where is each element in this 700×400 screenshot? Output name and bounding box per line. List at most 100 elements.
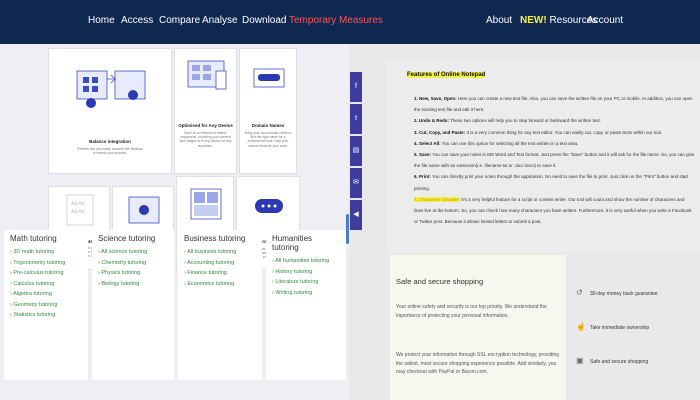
tutoring-link[interactable]: Biology tutoring xyxy=(98,279,168,290)
feature-line: 1. New, Save, Open: Here you can create … xyxy=(414,96,693,101)
facebook-share-icon[interactable]: f xyxy=(350,72,362,102)
feature-text: These two options will help you to step … xyxy=(449,118,601,124)
card-domain[interactable]: Domain Names Bring your own domain name … xyxy=(239,48,297,174)
nav-resources[interactable]: NEW! Resources xyxy=(520,15,597,26)
secure-perk: ▣ Safe and secure shopping xyxy=(576,356,648,365)
feature-line: 7. Character Counter: It's a very helpfu… xyxy=(414,196,685,202)
tutoring-link[interactable]: Writing tutoring xyxy=(272,288,340,299)
feature-text: printing. xyxy=(414,185,431,191)
email-share-icon[interactable]: ✉ xyxy=(350,168,362,198)
money-back-perk: ↺ 30-day money back guarantee xyxy=(576,288,658,297)
tutoring-link[interactable]: Geometry tutoring xyxy=(10,300,82,311)
feature-name: 2. Undo & Redo: xyxy=(414,118,449,124)
feature-text: or Twitter post. Because it allows limit… xyxy=(414,219,542,225)
new-badge: NEW! xyxy=(520,15,547,26)
print-share-icon[interactable]: ▤ xyxy=(350,136,362,166)
feature-line: or Twitter post. Because it allows limit… xyxy=(414,219,541,224)
lock-illustration-icon xyxy=(255,199,283,213)
card-title: Optimised for Any Device xyxy=(178,123,233,128)
tutoring-link[interactable]: Chemistry tutoring xyxy=(98,258,168,269)
nav-account[interactable]: Account xyxy=(587,15,623,26)
nav-about[interactable]: About xyxy=(486,15,512,26)
nav-access[interactable]: Access xyxy=(121,15,153,26)
feature-name: 3. Cut, Copy, and Paste: xyxy=(414,129,466,135)
tutoring-link[interactable]: Calculus tutoring xyxy=(10,279,82,290)
balance-illustration-icon xyxy=(76,70,146,108)
perk-label: 30-day money back guarantee xyxy=(590,291,658,297)
feature-name: 5. Save: xyxy=(414,152,432,157)
card-desc: Each of our themes is tested, responsive… xyxy=(179,131,232,148)
tutoring-link[interactable]: Pre-calculus tutoring xyxy=(10,268,82,279)
card-optimised[interactable]: Optimised for Any Device Each of our the… xyxy=(174,48,237,174)
column-heading: Science tutoring xyxy=(98,234,156,243)
grid-illustration-icon xyxy=(190,188,222,220)
feature-text: the existing text file and edit it here. xyxy=(414,107,485,113)
column-heading: Math tutoring xyxy=(10,234,57,243)
card-balance[interactable]: Balance integration Portfolio lets you e… xyxy=(48,48,172,174)
nav-temporary-measures[interactable]: Temporary Measures xyxy=(289,15,383,26)
collapse-share-icon[interactable]: ◀ xyxy=(350,200,362,230)
tutoring-link[interactable]: All business tutoring xyxy=(184,247,256,258)
feature-line: 4. Select All: You can use this option f… xyxy=(414,141,578,146)
feature-line: printing. xyxy=(414,186,430,191)
card-desc: Portfolio lets you easily connect with B… xyxy=(77,147,143,156)
shield-icon: ▣ xyxy=(576,356,584,365)
feature-name: 7. Character Counter: xyxy=(414,196,461,202)
features-heading: Features of Online Notepad xyxy=(407,72,486,78)
money-back-icon: ↺ xyxy=(576,288,583,297)
feature-line: 5. Save: You can save your notes in MS W… xyxy=(414,152,694,157)
feature-name: 4. Select All: xyxy=(414,140,441,146)
feature-text: You can save your notes in MS Word and T… xyxy=(431,152,695,157)
svg-text:Aa Aa: Aa Aa xyxy=(71,201,85,207)
card-title: Balance integration xyxy=(89,139,131,144)
tutoring-link[interactable]: Algebra tutoring xyxy=(10,289,82,300)
fonts-illustration-icon: Aa Aa Aa Aa xyxy=(66,194,94,226)
safe-paragraph-2: We protect your information through SSL … xyxy=(396,352,560,375)
feature-text: You can directly print your notes throug… xyxy=(430,174,689,180)
tutoring-link[interactable]: All humanities tutoring xyxy=(272,256,340,267)
tutoring-link[interactable]: 3D math tutoring xyxy=(10,247,82,258)
feature-name: 6. Print: xyxy=(414,174,431,180)
feature-text: It's a very helpful feature for a script… xyxy=(460,196,685,202)
math-tutoring-column: Math tutoring 3D math tutoring Trigonome… xyxy=(4,230,88,380)
humanities-tutoring-column: Humanities tutoring All humanities tutor… xyxy=(266,230,346,380)
lightroom-illustration-icon xyxy=(128,196,160,224)
tutoring-link[interactable]: History tutoring xyxy=(272,267,340,278)
ownership-perk: ☝ Take immediate ownership xyxy=(576,322,649,331)
safe-shopping-title: Safe and secure shopping xyxy=(396,277,484,286)
tutoring-link[interactable]: Statistics tutoring xyxy=(10,310,82,321)
tutoring-link[interactable]: Accounting tutoring xyxy=(184,258,256,269)
perk-label: Take immediate ownership xyxy=(590,325,650,331)
feature-text: lines live at the bottom. So, you can ch… xyxy=(414,208,692,213)
science-tutoring-column: Science tutoring All science tutoring Ch… xyxy=(92,230,174,380)
feature-line: the existing text file and edit it here. xyxy=(414,107,485,112)
feature-line: lines live at the bottom. So, you can ch… xyxy=(414,208,692,213)
tutoring-link[interactable]: Trigonometry tutoring xyxy=(10,258,82,269)
hand-icon: ☝ xyxy=(576,322,586,331)
tutoring-link[interactable]: Economics tutoring xyxy=(184,279,256,290)
nav-analyse[interactable]: Analyse xyxy=(202,15,238,26)
column-heading: Humanities tutoring xyxy=(272,234,313,252)
domain-illustration-icon xyxy=(253,68,285,88)
page-scrollbar[interactable] xyxy=(346,214,349,244)
feature-line: 2. Undo & Redo: These two options will h… xyxy=(414,118,601,123)
nav-compare[interactable]: Compare xyxy=(159,15,200,26)
feature-text: It is a very common thing for any text e… xyxy=(465,129,663,135)
nav-download[interactable]: Download xyxy=(242,15,286,26)
tutoring-link[interactable]: All science tutoring xyxy=(98,247,168,258)
tutoring-link[interactable]: Finance tutoring xyxy=(184,268,256,279)
safe-paragraph-1: Your online safety and security is our t… xyxy=(396,304,547,319)
feature-text: the file name with an extension(i.e. fil… xyxy=(414,163,557,169)
twitter-share-icon[interactable]: t xyxy=(350,104,362,134)
nav-home[interactable]: Home xyxy=(88,15,115,26)
column-heading: Business tutoring xyxy=(184,234,246,243)
feature-line: 6. Print: You can directly print your no… xyxy=(414,174,688,179)
tutoring-link[interactable]: Literature tutoring xyxy=(272,277,340,288)
feature-text: Here you can create a new text file. Als… xyxy=(456,96,693,101)
perk-label: Safe and secure shopping xyxy=(590,359,649,365)
business-tutoring-column: Business tutoring All business tutoring … xyxy=(178,230,262,380)
safe-shopping-box: Safe and secure shopping Your online saf… xyxy=(390,255,566,400)
tutoring-link[interactable]: Physics tutoring xyxy=(98,268,168,279)
card-desc: Bring your own domain name or find the r… xyxy=(244,131,292,148)
feature-line: 3. Cut, Copy, and Paste: It is a very co… xyxy=(414,130,662,135)
